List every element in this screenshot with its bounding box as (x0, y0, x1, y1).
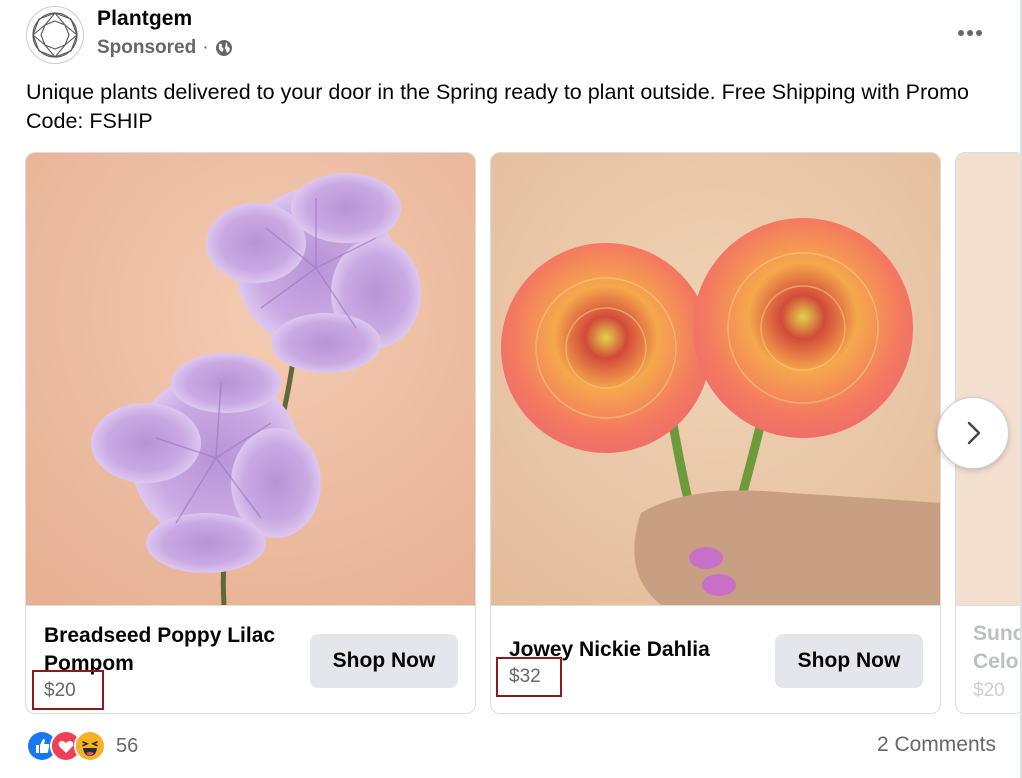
haha-icon (74, 730, 106, 762)
carousel-card-dahlia[interactable]: Jowey Nickie Dahlia $32 Shop Now (490, 152, 941, 714)
reactions-summary[interactable]: 56 (26, 730, 139, 762)
dahlia-product-image[interactable] (491, 153, 940, 605)
carousel-card-poppy[interactable]: Breadseed Poppy Lilac Pompom $20 Shop No… (25, 152, 476, 714)
more-options-icon[interactable] (950, 18, 990, 48)
card-footer: Sunc Celo $20 (956, 605, 1022, 713)
product-price: $32 (509, 666, 541, 687)
post-meta: Sponsored · (97, 36, 233, 60)
shop-now-button[interactable]: Shop Now (310, 634, 458, 688)
card-footer: Breadseed Poppy Lilac Pompom $20 Shop No… (26, 605, 475, 713)
chevron-right-icon (967, 421, 981, 445)
card-footer: Jowey Nickie Dahlia $32 Shop Now (491, 605, 940, 713)
page-name[interactable]: Plantgem (97, 7, 192, 31)
partial-product-image[interactable] (956, 153, 1022, 605)
meta-separator: · (202, 37, 209, 58)
product-price: $20 (973, 680, 1005, 701)
plantgem-logo-icon (32, 12, 78, 58)
sponsored-label[interactable]: Sponsored (97, 37, 196, 59)
poppy-product-image[interactable] (26, 153, 475, 605)
sponsored-post: Plantgem Sponsored · Unique plants deliv… (0, 0, 1022, 778)
reaction-count: 56 (116, 734, 139, 757)
post-text: Unique plants delivered to your door in … (26, 80, 969, 133)
product-title[interactable]: Breadseed Poppy Lilac Pompom (44, 622, 294, 678)
page-avatar[interactable] (26, 6, 84, 64)
product-title[interactable]: Jowey Nickie Dahlia (509, 636, 759, 664)
globe-icon[interactable] (215, 39, 233, 57)
carousel-next-button[interactable] (937, 397, 1009, 469)
shop-now-button[interactable]: Shop Now (775, 634, 923, 688)
comments-link[interactable]: 2 Comments (877, 733, 996, 757)
product-price: $20 (44, 680, 76, 701)
product-title[interactable]: Sunc Celo (973, 620, 1022, 676)
